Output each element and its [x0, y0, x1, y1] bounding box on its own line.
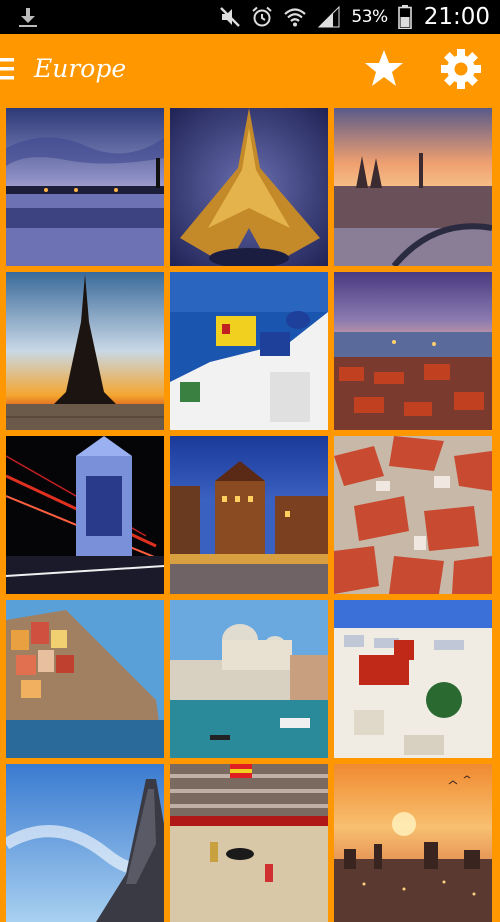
gallery-tile[interactable]: [334, 600, 492, 758]
status-bar: 53% 21:00: [0, 0, 500, 34]
gear-icon[interactable]: [440, 48, 482, 90]
white-town-red-house-image: [334, 600, 492, 758]
gallery-tile[interactable]: [334, 108, 492, 266]
menu-icon[interactable]: [0, 56, 18, 82]
red-roof-old-town-image: [334, 436, 492, 594]
download-icon: [19, 8, 37, 27]
venice-grand-canal-image: [170, 600, 328, 758]
gallery-tile[interactable]: [170, 272, 328, 430]
app-bar: Europe: [0, 34, 500, 104]
cinque-terre-village-image: [6, 600, 164, 758]
page-title: Europe: [34, 54, 127, 83]
gallery-tile[interactable]: [170, 600, 328, 758]
gallery-tile[interactable]: [6, 436, 164, 594]
eiffel-tower-blue-sky-image: [6, 764, 164, 922]
gallery-tile[interactable]: [170, 436, 328, 594]
city-harbor-dusk-image: [334, 272, 492, 430]
battery-icon: [397, 5, 412, 29]
battery-percent: 53%: [351, 7, 388, 27]
gallery-tile[interactable]: [170, 764, 328, 922]
alarm-icon: [252, 6, 273, 27]
clock: 21:00: [423, 4, 490, 30]
gallery-tile[interactable]: [6, 600, 164, 758]
tower-bridge-night-image: [6, 436, 164, 594]
gallery-tile[interactable]: [6, 108, 164, 266]
signal-icon: [318, 6, 340, 28]
wifi-icon: [284, 8, 307, 27]
city-skyline-sunset-image: [334, 764, 492, 922]
santorini-houses-image: [170, 272, 328, 430]
eiffel-tower-sunset-image: [6, 272, 164, 430]
gallery-tile[interactable]: [334, 436, 492, 594]
mute-icon: [220, 7, 241, 27]
gallery-tile[interactable]: [334, 764, 492, 922]
river-city-night-image: [6, 108, 164, 266]
bullfight-arena-image: [170, 764, 328, 922]
canal-warehouses-night-image: [170, 436, 328, 594]
gallery-tile[interactable]: [6, 764, 164, 922]
gallery-tile[interactable]: [6, 272, 164, 430]
star-icon[interactable]: [364, 48, 404, 88]
cologne-cathedral-sunset-image: [334, 108, 492, 266]
gallery-tile[interactable]: [334, 272, 492, 430]
eiffel-tower-from-below-image: [170, 108, 328, 266]
gallery-tile[interactable]: [170, 108, 328, 266]
photo-grid: [0, 104, 500, 922]
